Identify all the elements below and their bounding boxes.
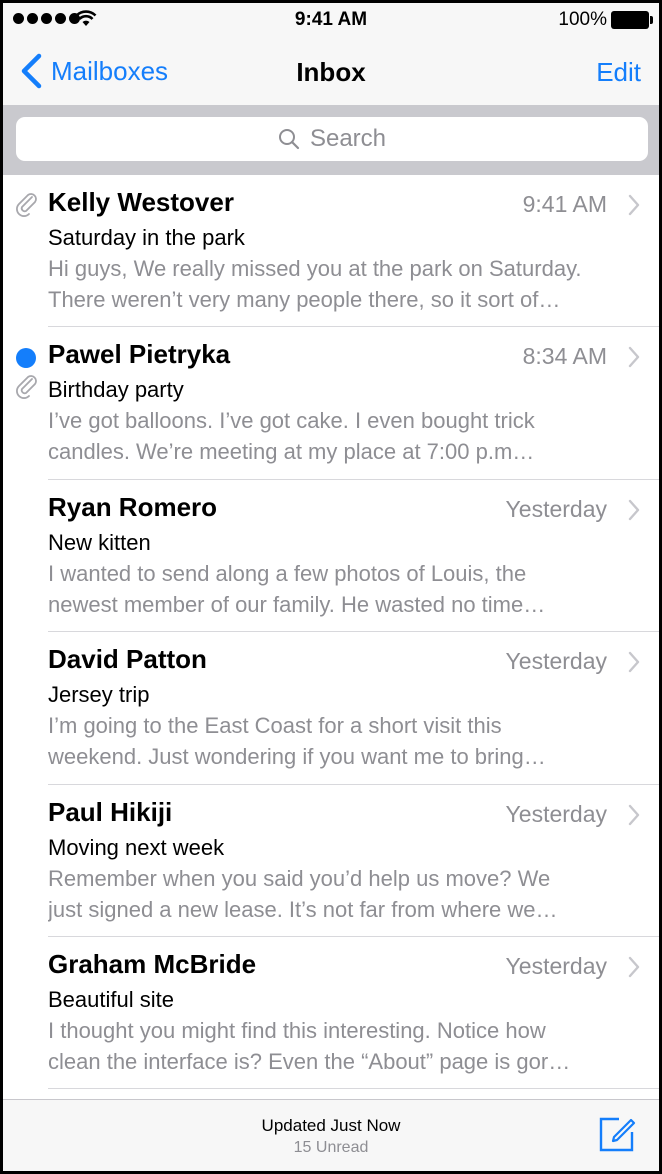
message-preview-line: weekend. Just wondering if you want me t… <box>48 744 546 770</box>
message-row[interactable]: Ryan Romero Yesterday New kitten I wante… <box>3 480 659 633</box>
chevron-right-icon <box>628 651 640 673</box>
chevron-right-icon <box>628 194 640 216</box>
unread-count: 15 Unread <box>293 1139 369 1156</box>
message-preview-line: I’ve got balloons. I’ve got cake. I even… <box>48 408 535 434</box>
message-preview-line: I’m going to the East Coast for a short … <box>48 713 502 739</box>
chevron-right-icon <box>628 499 640 520</box>
message-time: Yesterday <box>505 648 607 675</box>
attachment-icon <box>16 193 37 217</box>
message-preview-line: I wanted to send along a few photos of L… <box>48 560 527 586</box>
message-preview: Hi guys, We really missed you at the par… <box>48 253 628 315</box>
message-preview: I wanted to send along a few photos of L… <box>48 558 628 620</box>
chevron-right-icon <box>628 804 640 825</box>
message-preview-line: There weren’t very many people there, so… <box>48 287 561 312</box>
message-preview-line: candles. We’re meeting at my place at 7:… <box>48 439 535 465</box>
message-time: Yesterday <box>505 495 607 522</box>
message-subject: Saturday in the park <box>48 225 245 250</box>
message-sender: David Patton <box>48 644 207 675</box>
search-placeholder: Search <box>309 125 387 152</box>
message-sender: Pawel Pietryka <box>48 339 231 370</box>
message-preview: I’ve got balloons. I’ve got cake. I even… <box>48 405 628 467</box>
message-preview: I’m going to the East Coast for a short … <box>48 710 628 772</box>
message-row[interactable]: Pawel Pietryka 8:34 AM Birthday party I’… <box>3 327 659 480</box>
message-time: 8:34 AM <box>522 343 607 370</box>
mailbox-status: Updated Just Now 15 Unread <box>3 1116 659 1157</box>
message-subject: New kitten <box>48 529 151 555</box>
message-preview-line: Hi guys, We really missed you at the par… <box>48 256 582 281</box>
message-preview: I thought you might find this interestin… <box>48 1015 628 1077</box>
row-divider <box>48 1088 659 1090</box>
phone-screen: 9:41 AM 100% Mailboxes Inbox Edit Search <box>3 3 659 1171</box>
message-list: Kelly Westover 9:41 AM Saturday in the p… <box>3 175 659 1090</box>
message-sender: Paul Hikiji <box>48 796 173 827</box>
message-preview-line: clean the interface is? Even the “About”… <box>48 1048 571 1074</box>
chevron-right-icon <box>628 956 640 978</box>
message-sender: Kelly Westover <box>48 187 234 217</box>
battery-icon <box>611 11 653 29</box>
unread-indicator <box>16 348 36 369</box>
message-time: Yesterday <box>505 952 607 979</box>
message-sender: Ryan Romero <box>48 491 218 522</box>
chevron-right-icon <box>628 347 640 368</box>
compose-icon[interactable] <box>597 1114 637 1154</box>
search-input[interactable]: Search <box>16 117 648 161</box>
status-bar: 9:41 AM 100% <box>3 3 659 37</box>
message-time: 9:41 AM <box>522 191 607 217</box>
message-subject: Beautiful site <box>48 986 174 1012</box>
message-subject: Jersey trip <box>48 682 150 708</box>
message-subject: Birthday party <box>48 377 184 403</box>
edit-button[interactable]: Edit <box>596 57 641 88</box>
message-row[interactable]: Graham McBride Yesterday Beautiful site … <box>3 937 659 1090</box>
message-subject: Moving next week <box>48 834 225 860</box>
attachment-icon <box>16 375 37 400</box>
message-time: Yesterday <box>505 800 607 827</box>
navigation-bar: Mailboxes Inbox Edit <box>3 37 659 105</box>
message-preview-line: I thought you might find this interestin… <box>48 1017 546 1043</box>
message-preview-line: newest member of our family. He wasted n… <box>48 591 546 617</box>
message-sender: Graham McBride <box>48 948 257 979</box>
message-preview: Remember when you said you’d help us mov… <box>48 863 628 925</box>
message-row[interactable]: Kelly Westover 9:41 AM Saturday in the p… <box>3 175 659 328</box>
updated-status: Updated Just Now <box>261 1116 401 1135</box>
message-row[interactable]: David Patton Yesterday Jersey trip I’m g… <box>3 632 659 785</box>
message-row[interactable]: Paul Hikiji Yesterday Moving next week R… <box>3 785 659 937</box>
message-preview-line: just signed a new lease. It’s not far fr… <box>48 896 558 922</box>
battery-percentage: 100% <box>558 9 607 30</box>
page-title: Inbox <box>296 57 366 87</box>
search-icon <box>278 129 300 150</box>
search-area: Search <box>3 105 659 175</box>
bottom-toolbar: Updated Just Now 15 Unread <box>3 1099 659 1171</box>
message-preview-line: Remember when you said you’d help us mov… <box>48 865 551 891</box>
